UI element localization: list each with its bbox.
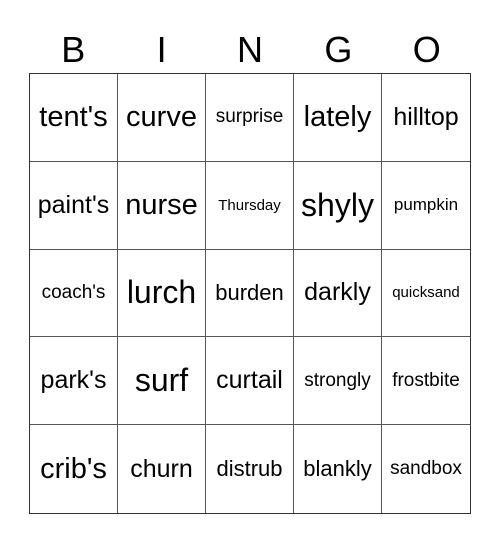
bingo-cell: sandbox (390, 458, 462, 480)
bingo-cell: curve (118, 74, 206, 162)
bingo-cell: darkly (294, 249, 382, 338)
bingo-cell: blankly (294, 425, 382, 513)
bingo-cell: crib's (30, 425, 118, 513)
bingo-cell: shyly (294, 161, 382, 250)
bingo-cell: frostbite (382, 337, 470, 426)
bingo-cell: hilltop (382, 74, 470, 162)
bingo-cell: paint's (30, 161, 118, 250)
bingo-cell: coach's (30, 249, 118, 338)
bingo-cell: distrub (206, 425, 294, 513)
bingo-cell: surf (118, 337, 206, 426)
header-letter-o: O (412, 29, 441, 70)
header-letter-g: G (324, 29, 353, 70)
bingo-cell: curtail (206, 337, 294, 426)
bingo-cell: Thursday (206, 161, 294, 250)
bingo-cell: tent's (30, 74, 118, 162)
bingo-cell: quicksand (382, 250, 470, 338)
bingo-cell: park's (30, 337, 118, 426)
bingo-cell: lurch (118, 249, 206, 338)
bingo-cell: churn (118, 425, 206, 513)
bingo-cell: pumpkin (382, 162, 470, 250)
header-letter-i: I (156, 29, 167, 70)
bingo-cell: strongly (294, 337, 382, 426)
bingo-cell: lately (294, 74, 382, 162)
header-letter-n: N (236, 29, 263, 70)
bingo-cell: surprise (206, 74, 294, 162)
bingo-header: B I N G O (29, 28, 471, 72)
header-letter-b: B (61, 29, 86, 70)
bingo-cell: burden (206, 249, 294, 338)
bingo-board: tent's curve surprise lately hilltop pai… (29, 73, 471, 514)
bingo-cell: nurse (118, 161, 206, 250)
